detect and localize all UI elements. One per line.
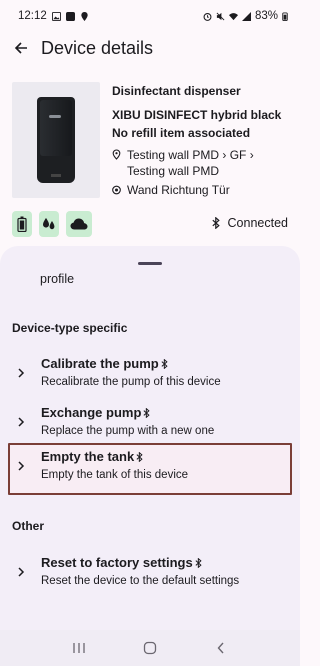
device-refill: No refill item associated	[112, 126, 251, 140]
home-button[interactable]	[138, 638, 162, 658]
gallery-icon	[65, 11, 75, 21]
exchange-pump-title: Exchange pump	[41, 405, 142, 420]
item-title: Empty the tank	[41, 449, 143, 464]
location-line-1: Testing wall PMD › GF ›	[127, 148, 254, 162]
battery-chip	[12, 211, 32, 237]
location-line-2: Testing wall PMD	[127, 164, 220, 178]
battery-status-icon	[282, 11, 288, 21]
device-image	[12, 82, 100, 198]
bluetooth-icon	[195, 557, 202, 568]
page-title: Device details	[41, 37, 154, 58]
bluetooth-icon	[143, 407, 151, 418]
empty-tank-title: Empty the tank	[41, 449, 135, 464]
chevron-right-icon	[18, 417, 25, 427]
section-device-type-specific: Device-type specific	[12, 321, 128, 335]
exchange-pump-item[interactable]: Exchange pump Replace the pump with a ne…	[8, 399, 292, 447]
recents-button[interactable]	[67, 638, 91, 658]
bluetooth-icon	[211, 217, 220, 229]
device-info: Disinfectant dispenser XIBU DISINFECT hy…	[112, 84, 297, 198]
system-nav-bar	[0, 630, 300, 666]
status-bar: 12:12 83%	[0, 0, 300, 32]
drops-icon	[43, 218, 55, 230]
chevron-right-icon	[18, 368, 25, 378]
battery-percent: 83%	[254, 10, 278, 22]
cloud-icon	[70, 218, 88, 230]
sheet-drag-handle[interactable]	[138, 262, 162, 265]
reset-factory-item[interactable]: Reset to factory settings Reset the devi…	[8, 549, 292, 597]
reset-factory-title: Reset to factory settings	[41, 555, 193, 570]
status-time: 12:12	[18, 10, 47, 22]
image-icon	[51, 11, 61, 21]
actions-bottom-sheet: profile Device-type specific Calibrate t…	[0, 246, 300, 630]
calibrate-pump-subtitle: Recalibrate the pump of this device	[41, 376, 221, 388]
calibrate-pump-item[interactable]: Calibrate the pump Recalibrate the pump …	[8, 350, 292, 398]
section-other: Other	[12, 519, 45, 533]
mute-icon	[216, 12, 225, 20]
back-nav-button[interactable]	[209, 638, 233, 658]
dispenser-illustration	[37, 97, 75, 183]
home-icon	[143, 641, 157, 655]
device-name: XIBU DISINFECT hybrid black	[112, 108, 282, 122]
calibrate-pump-title: Calibrate the pump	[41, 356, 159, 371]
item-title: Reset to factory settings	[41, 555, 202, 570]
back-button[interactable]	[12, 39, 30, 57]
battery-icon	[17, 216, 27, 232]
fill-level-chip	[39, 211, 59, 237]
location-pin-icon	[112, 149, 121, 160]
item-title: Calibrate the pump	[41, 356, 168, 371]
app-bar: Device details	[0, 32, 300, 64]
item-title: Exchange pump	[41, 405, 151, 420]
exchange-pump-subtitle: Replace the pump with a new one	[41, 425, 215, 437]
location-icon	[81, 11, 88, 21]
signal-icon	[241, 11, 251, 21]
connection-label: Connected	[227, 216, 288, 230]
arrow-left-icon	[14, 42, 27, 54]
wifi-icon	[228, 12, 238, 20]
device-position: Wand Richtung Tür	[112, 182, 297, 198]
device-type: Disinfectant dispenser	[112, 84, 241, 98]
status-chips	[12, 211, 92, 237]
recents-icon	[73, 643, 85, 653]
target-icon	[112, 185, 121, 195]
back-chevron-icon	[217, 642, 224, 654]
position-label: Wand Richtung Tür	[127, 183, 230, 197]
chevron-right-icon	[18, 461, 25, 471]
device-location: Testing wall PMD › GF › Testing wall PMD	[112, 147, 297, 179]
truncated-item-text: profile	[40, 272, 75, 286]
reset-factory-subtitle: Reset the device to the default settings	[41, 575, 240, 587]
cloud-chip	[66, 211, 92, 237]
empty-tank-subtitle: Empty the tank of this device	[41, 469, 189, 481]
bluetooth-icon	[136, 451, 143, 462]
connection-status: Connected	[211, 216, 288, 230]
alarm-icon	[203, 12, 212, 21]
chevron-right-icon	[18, 567, 25, 577]
bluetooth-icon	[161, 358, 168, 369]
empty-tank-item[interactable]: Empty the tank Empty the tank of this de…	[8, 443, 292, 495]
